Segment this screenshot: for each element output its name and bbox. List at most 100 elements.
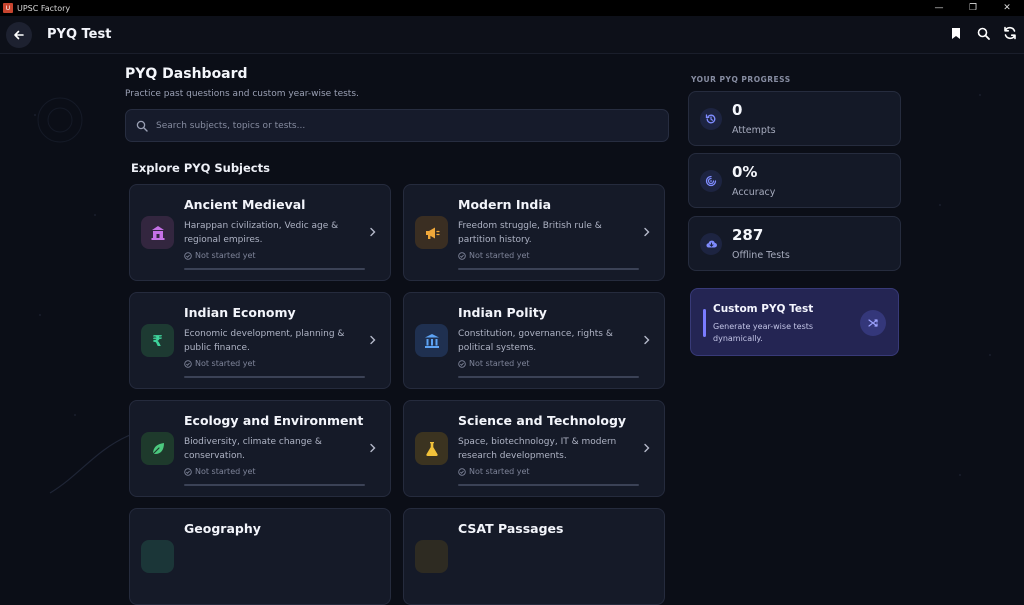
subject-title: Geography: [184, 521, 261, 536]
search-icon: [977, 27, 990, 40]
subject-icon-container: [141, 432, 174, 465]
custom-test-card[interactable]: Custom PYQ Test Generate year-wise tests…: [690, 288, 899, 356]
subject-card-ancient-medieval[interactable]: Ancient Medieval Harappan civilization, …: [129, 184, 391, 281]
chevron-right-icon: [644, 227, 650, 237]
subject-status-text: Not started yet: [195, 467, 256, 476]
close-button[interactable]: ✕: [990, 0, 1024, 16]
stat-label: Offline Tests: [732, 250, 790, 261]
window-titlebar: U UPSC Factory — ❐ ✕: [0, 0, 1024, 16]
explore-heading: Explore PYQ Subjects: [131, 161, 270, 175]
stat-card-attempts: 0 Attempts: [688, 91, 901, 146]
progress-section-label: YOUR PYQ PROGRESS: [691, 75, 791, 84]
subject-card-geography[interactable]: Geography: [129, 508, 391, 605]
subject-title: Science and Technology: [458, 413, 627, 428]
subject-description: Economic development, planning & public …: [184, 329, 345, 353]
subject-progress-bar: [458, 484, 639, 486]
app-bar: PYQ Test: [0, 16, 1024, 54]
chevron-right-icon: [370, 335, 376, 345]
stat-value: 0: [732, 101, 743, 119]
page-title: PYQ Test: [47, 27, 112, 42]
stat-icon-container: [700, 170, 722, 192]
dashboard-subtitle: Practice past questions and custom year-…: [125, 89, 359, 99]
subject-status: Not started yet: [458, 467, 530, 476]
check-circle-icon: [458, 467, 466, 476]
flask-icon: [425, 441, 438, 456]
subject-status: Not started yet: [458, 359, 530, 368]
stat-card-offline-tests: 287 Offline Tests: [688, 216, 901, 271]
subject-progress-bar: [458, 268, 639, 270]
check-circle-icon: [184, 251, 192, 260]
stat-value: 287: [732, 226, 764, 244]
back-arrow-icon: [14, 30, 24, 39]
subject-progress-bar: [184, 376, 365, 378]
maximize-button[interactable]: ❐: [956, 0, 990, 16]
parliament-icon: [424, 333, 439, 348]
stat-card-accuracy: 0% Accuracy: [688, 153, 901, 208]
shuffle-icon: [868, 319, 878, 327]
stat-icon-container: [700, 108, 722, 130]
chevron-right-icon: [370, 443, 376, 453]
subject-icon-container: [415, 432, 448, 465]
subject-icon-container: [415, 216, 448, 249]
accent-bar: [703, 309, 706, 337]
history-icon: [705, 114, 716, 124]
subject-card-indian-polity[interactable]: Indian Polity Constitution, governance, …: [403, 292, 665, 389]
bookmark-icon: [952, 27, 960, 39]
rupee-icon: ₹: [152, 331, 163, 350]
subject-card-modern-india[interactable]: Modern India Freedom struggle, British r…: [403, 184, 665, 281]
subject-status-text: Not started yet: [469, 467, 530, 476]
subject-card-csat-passages[interactable]: CSAT Passages: [403, 508, 665, 605]
chevron-right-icon: [370, 227, 376, 237]
subject-title: Ecology and Environment: [184, 413, 364, 428]
check-circle-icon: [184, 467, 192, 476]
dashboard-title: PYQ Dashboard: [125, 66, 248, 82]
subject-card-ecology-environment[interactable]: Ecology and Environment Biodiversity, cl…: [129, 400, 391, 497]
stat-icon-container: [700, 233, 722, 255]
search-icon: [136, 120, 148, 132]
search-button[interactable]: [975, 25, 991, 41]
chevron-right-icon: [644, 443, 650, 453]
search-input[interactable]: [156, 120, 636, 131]
window-title: UPSC Factory: [17, 3, 71, 13]
check-circle-icon: [184, 359, 192, 368]
subject-icon-container: [415, 324, 448, 357]
subject-card-indian-economy[interactable]: ₹ Indian Economy Economic development, p…: [129, 292, 391, 389]
refresh-icon: [1004, 26, 1016, 40]
stat-label: Attempts: [732, 125, 776, 136]
shuffle-button[interactable]: [860, 310, 886, 336]
subject-status: Not started yet: [458, 251, 530, 260]
subject-status: Not started yet: [184, 467, 256, 476]
subject-title: Indian Economy: [184, 305, 296, 320]
minimize-button[interactable]: —: [922, 0, 956, 16]
back-button[interactable]: [6, 21, 32, 48]
subject-description: Constitution, governance, rights & polit…: [458, 329, 613, 353]
subject-title: Modern India: [458, 197, 552, 212]
refresh-button[interactable]: [1002, 25, 1018, 41]
subject-status-text: Not started yet: [469, 359, 530, 368]
leaf-icon: [150, 442, 164, 456]
chevron-right-icon: [644, 335, 650, 345]
subject-status: Not started yet: [184, 359, 256, 368]
cloud-download-icon: [705, 240, 717, 248]
subject-icon-container: [141, 216, 174, 249]
subject-status-text: Not started yet: [195, 251, 256, 260]
subject-description: Biodiversity, climate change & conservat…: [184, 437, 322, 461]
subject-progress-bar: [184, 484, 365, 486]
bookmark-button[interactable]: [948, 25, 964, 41]
custom-test-description: Generate year-wise tests dynamically.: [713, 322, 814, 343]
stat-value: 0%: [732, 163, 758, 181]
stat-label: Accuracy: [732, 187, 776, 198]
subject-title: Ancient Medieval: [184, 197, 306, 212]
search-bar[interactable]: [125, 109, 669, 142]
window-controls: — ❐ ✕: [922, 0, 1024, 16]
target-icon: [705, 175, 717, 187]
subject-card-science-technology[interactable]: Science and Technology Space, biotechnol…: [403, 400, 665, 497]
subject-description: Harappan civilization, Vedic age & regio…: [184, 221, 339, 245]
app-logo-icon: U: [3, 3, 13, 13]
subject-status-text: Not started yet: [469, 251, 530, 260]
megaphone-icon: [425, 227, 440, 239]
subject-description: Freedom struggle, British rule & partiti…: [458, 221, 602, 245]
subject-icon-container: [415, 540, 448, 573]
check-circle-icon: [458, 359, 466, 368]
temple-icon: [151, 225, 164, 240]
